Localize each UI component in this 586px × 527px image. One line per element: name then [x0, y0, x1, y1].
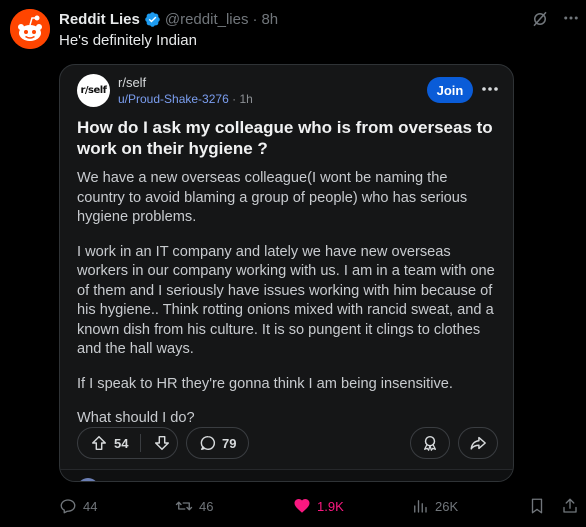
heart-icon [294, 498, 310, 513]
vote-pill: 54 [77, 427, 178, 459]
like-button[interactable]: 1.9K [293, 496, 344, 516]
join-button[interactable]: Join [427, 77, 473, 103]
tweet-time[interactable]: 8h [261, 11, 278, 28]
upload-share-icon [563, 498, 577, 513]
award-button[interactable] [410, 427, 450, 459]
vote-divider [140, 434, 142, 452]
reply-icon [60, 499, 76, 514]
account-avatar[interactable] [10, 9, 50, 49]
comment-count: 79 [222, 435, 237, 451]
retweet-icon [175, 501, 193, 511]
retweet-count: 46 [199, 498, 214, 514]
subreddit-name[interactable]: r/self [118, 75, 146, 90]
post-paragraph: We have a new overseas colleague(I wont … [77, 170, 468, 225]
upvote-icon[interactable] [90, 434, 108, 452]
vote-count: 54 [114, 435, 129, 451]
verified-badge-icon [145, 11, 160, 27]
views-button[interactable]: 26K [411, 496, 458, 516]
reply-count: 44 [83, 498, 98, 514]
grok-icon[interactable] [531, 10, 549, 28]
views-chart-icon [414, 500, 427, 513]
handle[interactable]: @reddit_lies [165, 11, 249, 28]
post-author[interactable]: u/Proud-Shake-3276 [118, 92, 229, 106]
post-actions: 54 79 [77, 427, 498, 459]
post-paragraph: If I speak to HR they're gonna think I a… [77, 375, 453, 392]
like-count: 1.9K [317, 498, 344, 514]
card-footer-strip [60, 469, 513, 481]
reddit-snoo-icon [10, 9, 50, 49]
separator-dot: · [252, 10, 258, 28]
tweet-text: He's definitely Indian [59, 32, 197, 49]
tweet-header: Reddit Lies @reddit_lies · 8h [59, 9, 278, 29]
commenter-avatar [77, 478, 99, 481]
reddit-post-card[interactable]: r/self r/self u/Proud-Shake-3276 · 1h Jo… [59, 64, 514, 482]
bookmark-button[interactable] [528, 496, 552, 516]
post-time: 1h [239, 92, 253, 106]
more-horizontal-icon[interactable] [562, 9, 580, 27]
share-button[interactable] [561, 496, 585, 516]
card-more-icon[interactable] [480, 81, 500, 97]
meta-separator: · [232, 92, 237, 106]
post-title[interactable]: How do I ask my colleague who is from ov… [77, 117, 502, 159]
post-paragraph: What should I do? [77, 410, 195, 426]
display-name[interactable]: Reddit Lies [59, 11, 140, 28]
retweet-button[interactable]: 46 [175, 496, 213, 516]
share-arrow-icon [470, 436, 486, 450]
tweet-action-bar: 44 46 1.9K 26K [59, 496, 579, 516]
subreddit-avatar[interactable]: r/self [77, 74, 110, 107]
bookmark-icon [531, 498, 543, 514]
award-icon [423, 435, 437, 451]
reply-button[interactable]: 44 [59, 496, 97, 516]
view-count: 26K [435, 498, 459, 514]
card-share-button[interactable] [458, 427, 498, 459]
comment-icon [200, 435, 216, 451]
post-body: We have a new overseas colleague(I wont … [77, 169, 495, 444]
post-paragraph: I work in an IT company and lately we ha… [77, 243, 495, 358]
post-meta: u/Proud-Shake-3276 · 1h [118, 92, 253, 106]
downvote-icon[interactable] [153, 434, 171, 452]
comments-button[interactable]: 79 [186, 427, 249, 459]
